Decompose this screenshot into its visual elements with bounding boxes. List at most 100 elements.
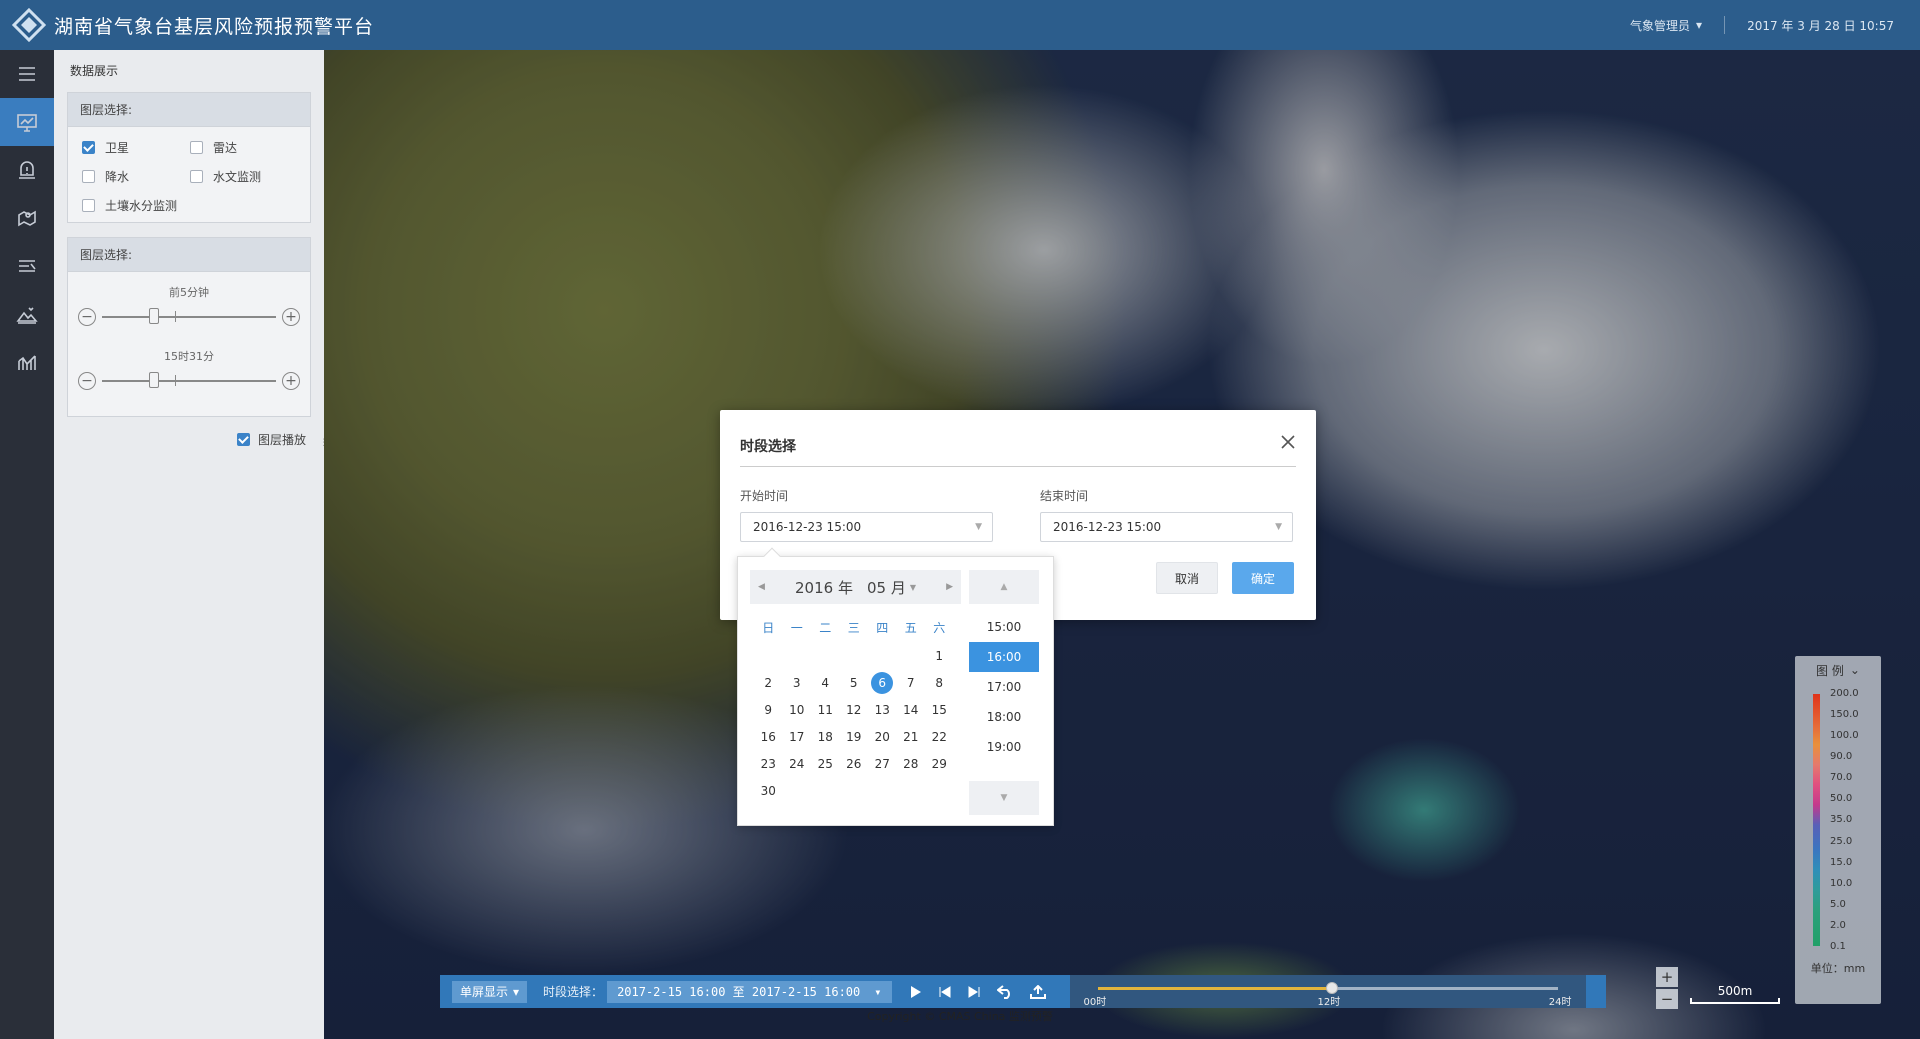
calendar-day[interactable]: 19 [840,724,869,751]
nav-monitor[interactable] [0,98,54,146]
timeline-slider[interactable]: 00时 12时 24时 [1069,975,1586,1008]
display-mode-dropdown[interactable]: 单屏显示 ▾ [452,980,528,1003]
close-button[interactable] [1278,432,1298,452]
weekday-header: 三 [847,621,860,635]
calendar-day[interactable]: 26 [840,751,869,778]
caret-down-icon: ▼ [1275,522,1282,532]
timeline-track [1097,982,1558,994]
calendar-day-selected[interactable]: 6 [868,670,897,697]
time-scroll-down-button[interactable]: ▼ [969,781,1039,815]
layer-playback-checkbox[interactable]: 图层播放 [54,431,324,448]
export-button[interactable] [1029,984,1046,999]
zoom-out-button[interactable]: − [1656,989,1678,1009]
upload-icon [1029,984,1046,999]
time-option[interactable]: 19:00 [969,732,1039,762]
time-option[interactable]: 18:00 [969,702,1039,732]
calendar-day[interactable]: 28 [897,751,926,778]
legend-value: 15.0 [1830,856,1853,868]
slider-1-increase-button[interactable]: + [282,308,300,326]
calendar-day[interactable]: 5 [840,670,869,697]
time-option-selected[interactable]: 16:00 [969,642,1039,672]
slider-tick [175,311,177,322]
calendar-day[interactable]: 11 [811,697,840,724]
layer-soil-moisture-checkbox[interactable]: 土壤水分监测 [82,197,298,214]
layer-precipitation-checkbox[interactable]: 降水 [82,168,190,185]
calendar-day[interactable]: 1 [925,643,954,670]
calendar-day[interactable]: 27 [868,751,897,778]
calendar-day[interactable]: 3 [783,670,812,697]
skip-back-button[interactable] [939,985,951,998]
calendar-day[interactable]: 7 [897,670,926,697]
calendar-day[interactable]: 2 [754,670,783,697]
nav-analytics[interactable] [0,338,54,386]
layer-hydrology-checkbox[interactable]: 水文监测 [190,168,298,185]
layer-satellite-checkbox[interactable]: 卫星 [82,139,190,156]
slider-1-thumb[interactable] [148,308,159,324]
layer-radar-checkbox[interactable]: 雷达 [190,139,298,156]
calendar-day[interactable]: 22 [925,724,954,751]
calendar-day[interactable]: 8 [925,670,954,697]
time-range-dropdown[interactable]: 2017-2-15 16:00 至 2017-2-15 16:00 ▾ [607,980,892,1003]
weekday-header: 五 [904,621,917,635]
calendar-day[interactable]: 25 [811,751,840,778]
year-selector[interactable]: 2016 年 [795,577,853,598]
calendar-day[interactable]: 29 [925,751,954,778]
nav-filter[interactable] [0,242,54,290]
calendar-day[interactable]: 21 [897,724,926,751]
legend-toggle[interactable]: 图 例 ⌄ [1795,656,1881,684]
legend-value: 70.0 [1830,772,1853,784]
slider-2-track[interactable] [102,372,276,388]
calendar-day[interactable]: 17 [783,724,812,751]
calendar-day[interactable]: 9 [754,697,783,724]
calendar-day[interactable]: 12 [840,697,869,724]
time-option[interactable]: 15:00 [969,612,1039,642]
calendar-day[interactable]: 10 [783,697,812,724]
slider-1-track[interactable] [102,308,276,324]
calendar-day[interactable]: 4 [811,670,840,697]
play-button[interactable] [910,985,922,999]
legend-value: 150.0 [1830,709,1859,721]
nav-terrain[interactable] [0,290,54,338]
calendar-day[interactable]: 24 [783,751,812,778]
calendar-day[interactable]: 13 [868,697,897,724]
slider-2-decrease-button[interactable]: − [78,372,96,390]
calendar-empty-cell [868,643,897,670]
time-option[interactable]: 17:00 [969,672,1039,702]
zoom-in-button[interactable]: + [1656,967,1678,987]
slider-2-thumb[interactable] [148,372,159,388]
prev-month-button[interactable]: ◀ [758,582,765,592]
menu-button[interactable] [0,50,54,98]
warning-icon [19,161,35,179]
caret-down-icon: ▼ [975,522,982,532]
nav-map[interactable] [0,194,54,242]
start-time-field[interactable]: 2016-12-23 15:00 ▼ [740,512,993,542]
cancel-button[interactable]: 取消 [1156,562,1218,594]
skip-forward-button[interactable] [968,985,980,998]
nav-warning[interactable] [0,146,54,194]
slider-section-title: 图层选择: [68,238,310,272]
playback-label: 图层播放 [257,433,306,447]
app-title: 湖南省气象台基层风险预报预警平台 [54,15,375,38]
calendar-day[interactable]: 16 [754,724,783,751]
calendar-day[interactable]: 15 [925,697,954,724]
end-time-field[interactable]: 2016-12-23 15:00 ▼ [1040,512,1293,542]
calendar-day[interactable]: 30 [754,778,783,805]
calendar-day[interactable]: 14 [897,697,926,724]
legend-panel: 图 例 ⌄ 200.0 150.0 100.0 90.0 70.0 50.0 35.0 25.… [1795,656,1881,1004]
undo-button[interactable] [996,984,1013,999]
checkbox-icon [82,199,95,212]
slider-1-decrease-button[interactable]: − [78,308,96,326]
caret-down-icon: ▾ [874,984,882,999]
menu-icon [19,67,35,81]
calendar-day[interactable]: 23 [754,751,783,778]
next-month-button[interactable]: ▶ [946,582,953,592]
checkbox-icon [190,141,203,154]
confirm-button[interactable]: 确定 [1232,562,1294,594]
slider-2-increase-button[interactable]: + [282,372,300,390]
time-scroll-up-button[interactable]: ▲ [969,570,1039,604]
year-label: 2016 年 [795,578,853,597]
calendar-day[interactable]: 20 [868,724,897,751]
user-menu[interactable]: 气象管理员 ▾ [1630,17,1702,34]
calendar-day[interactable]: 18 [811,724,840,751]
month-selector[interactable]: 05 月 ▼ [867,577,916,598]
